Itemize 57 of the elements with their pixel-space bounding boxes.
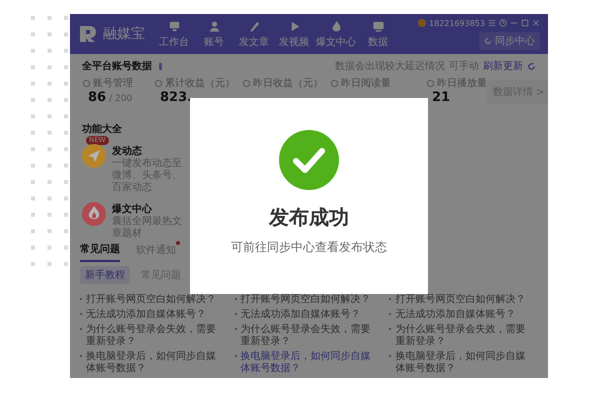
section-title: 功能大全 <box>82 122 123 136</box>
stat-value: 86 <box>88 90 106 105</box>
dialog-title: 发布成功 <box>269 204 349 231</box>
monitor-icon <box>168 20 180 32</box>
feature-name[interactable]: 爆文中心 <box>112 202 182 216</box>
faq-link[interactable]: 为什么账号登录会失效，需要重新登录？ <box>389 323 538 349</box>
faq-link[interactable]: 无法成功添加自媒体账号？ <box>389 308 538 322</box>
phone-number: 18221693853 <box>429 18 485 28</box>
nav-item[interactable]: 发文章 <box>236 20 272 48</box>
stat-label: 累计收益（元） <box>154 76 242 90</box>
stat-label: 昨日阅读量 <box>330 76 426 90</box>
feature-name[interactable]: 发动态 <box>112 144 182 158</box>
stat-value: 21 <box>432 90 450 105</box>
faq-link[interactable]: 打开账号网页空白如何解决？ <box>389 293 538 307</box>
screen-icon <box>372 20 384 32</box>
faq-link[interactable]: 换电脑登录后，如何同步自媒体账号数据？ <box>389 350 538 376</box>
tab[interactable]: 常见问题 <box>80 242 120 262</box>
clock-icon[interactable] <box>499 19 507 27</box>
nav-item[interactable]: 爆文中心 <box>316 20 356 48</box>
faq-link[interactable]: 换电脑登录后，如何同步自媒体账号数据？ <box>234 350 384 376</box>
faq-link[interactable]: 无法成功添加自媒体账号？ <box>234 308 384 322</box>
stat-label: 昨日播放量 <box>426 76 487 90</box>
faq-link[interactable]: 打开账号网页空白如何解决？ <box>80 293 229 307</box>
nav-item[interactable]: 发视频 <box>276 20 312 48</box>
paper-plane-icon[interactable] <box>82 144 106 168</box>
pen-icon <box>248 20 260 32</box>
stat-label: 昨日收益（元） <box>242 76 330 90</box>
close-icon[interactable] <box>532 19 540 27</box>
app-name: 融媒宝 <box>103 25 145 43</box>
circle-icon <box>330 78 339 88</box>
faq-link[interactable]: 为什么账号登录会失效，需要重新登录？ <box>234 323 384 349</box>
stat-value: 823. <box>160 90 192 105</box>
logo-icon <box>78 24 98 44</box>
circle-icon <box>154 78 163 88</box>
faq-link[interactable]: 换电脑登录后，如何同步自媒体账号数据？ <box>80 350 229 376</box>
refresh-link[interactable]: 刷新更新 <box>483 59 523 73</box>
circle-icon <box>82 78 91 88</box>
person-icon <box>208 20 220 32</box>
circle-icon <box>426 78 435 88</box>
nav-item[interactable]: 工作台 <box>156 20 192 48</box>
sub-tab[interactable]: 新手教程 <box>80 266 130 284</box>
section-title: 全平台账号数据 <box>82 60 152 73</box>
success-check-icon <box>279 130 339 190</box>
menu-icon[interactable] <box>488 19 496 27</box>
nav-item[interactable]: 账号 <box>196 20 232 48</box>
refresh-icon <box>484 36 492 44</box>
faq-link[interactable]: 打开账号网页空白如何解决？ <box>234 293 384 307</box>
stat-label: 账号管理 <box>82 76 154 90</box>
maximize-icon[interactable] <box>521 19 529 27</box>
refresh-icon[interactable] <box>527 62 536 70</box>
circle-icon <box>242 78 251 88</box>
faq-link[interactable]: 为什么账号登录会失效，需要重新登录？ <box>80 323 229 349</box>
faq-link[interactable]: 无法成功添加自媒体账号？ <box>80 308 229 322</box>
dialog-message: 可前往同步中心查看发布状态 <box>231 239 387 256</box>
nav-item[interactable]: 数据 <box>360 20 396 48</box>
avatar-icon[interactable] <box>418 19 426 27</box>
info-icon <box>156 62 165 70</box>
